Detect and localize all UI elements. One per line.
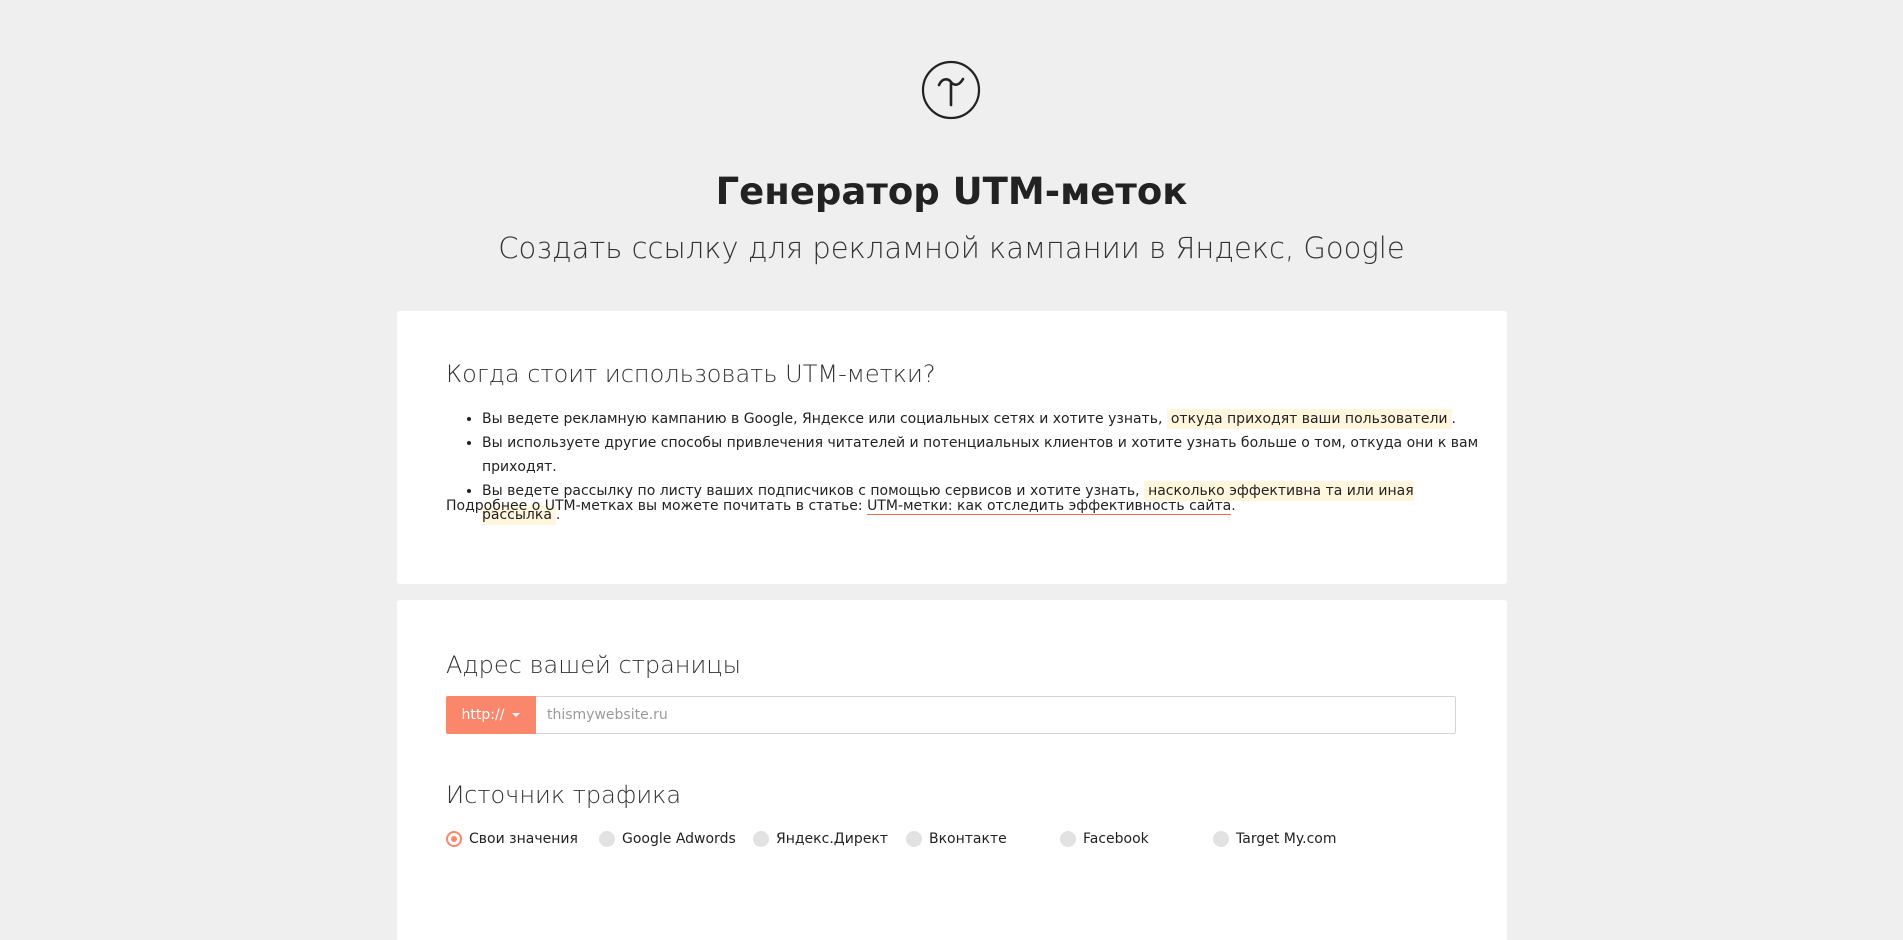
info-heading: Когда стоит использовать UTM-метки? <box>446 360 936 388</box>
radio-unchecked-icon <box>906 831 922 847</box>
radio-label: Вконтакте <box>929 831 1007 847</box>
radio-option-target-my-com[interactable]: Target My.com <box>1213 829 1336 849</box>
radio-unchecked-icon <box>599 831 615 847</box>
url-row: http:// <box>446 696 1456 734</box>
caret-down-icon <box>512 713 521 717</box>
radio-option-facebook[interactable]: Facebook <box>1060 829 1149 849</box>
url-input[interactable] <box>536 696 1456 734</box>
more-info-text: Подробнее о UTM-метках вы можете почитат… <box>446 498 1236 515</box>
protocol-label: http:// <box>461 707 505 723</box>
radio-label: Google Adwords <box>622 831 736 847</box>
radio-label: Свои значения <box>469 831 578 847</box>
address-heading: Адрес вашей страницы <box>446 651 741 679</box>
protocol-dropdown-button[interactable]: http:// <box>446 696 536 734</box>
radio-unchecked-icon <box>1213 831 1229 847</box>
radio-checked-icon <box>446 831 462 847</box>
radio-option-vkontakte[interactable]: Вконтакте <box>906 829 1007 849</box>
radio-option-custom[interactable]: Свои значения <box>446 829 578 849</box>
page-title: Генератор UTM-меток <box>715 170 1188 213</box>
article-link[interactable]: UTM-метки: как отследить эффективность с… <box>867 498 1232 515</box>
utm-form-card: Адрес вашей страницы http:// Источник тр… <box>397 600 1507 940</box>
traffic-source-radio-group: Свои значения Google Adwords Яндекс.Дире… <box>446 829 1456 849</box>
info-card: Когда стоит использовать UTM-метки? Вы в… <box>397 311 1507 584</box>
page-subtitle: Создать ссылку для рекламной кампании в … <box>498 231 1405 265</box>
list-item: Вы используете другие способы привлечени… <box>482 431 1492 479</box>
radio-option-google-adwords[interactable]: Google Adwords <box>599 829 736 849</box>
list-item: Вы ведете рекламную кампанию в Google, Я… <box>482 407 1492 431</box>
radio-label: Яндекс.Директ <box>776 831 888 847</box>
traffic-source-heading: Источник трафика <box>446 781 682 809</box>
radio-unchecked-icon <box>753 831 769 847</box>
radio-unchecked-icon <box>1060 831 1076 847</box>
tilda-logo-icon <box>921 60 981 120</box>
radio-label: Facebook <box>1083 831 1149 847</box>
highlight-text: откуда приходят ваши пользователи <box>1166 409 1452 429</box>
radio-label: Target My.com <box>1236 831 1337 847</box>
radio-option-yandex-direct[interactable]: Яндекс.Директ <box>753 829 888 849</box>
